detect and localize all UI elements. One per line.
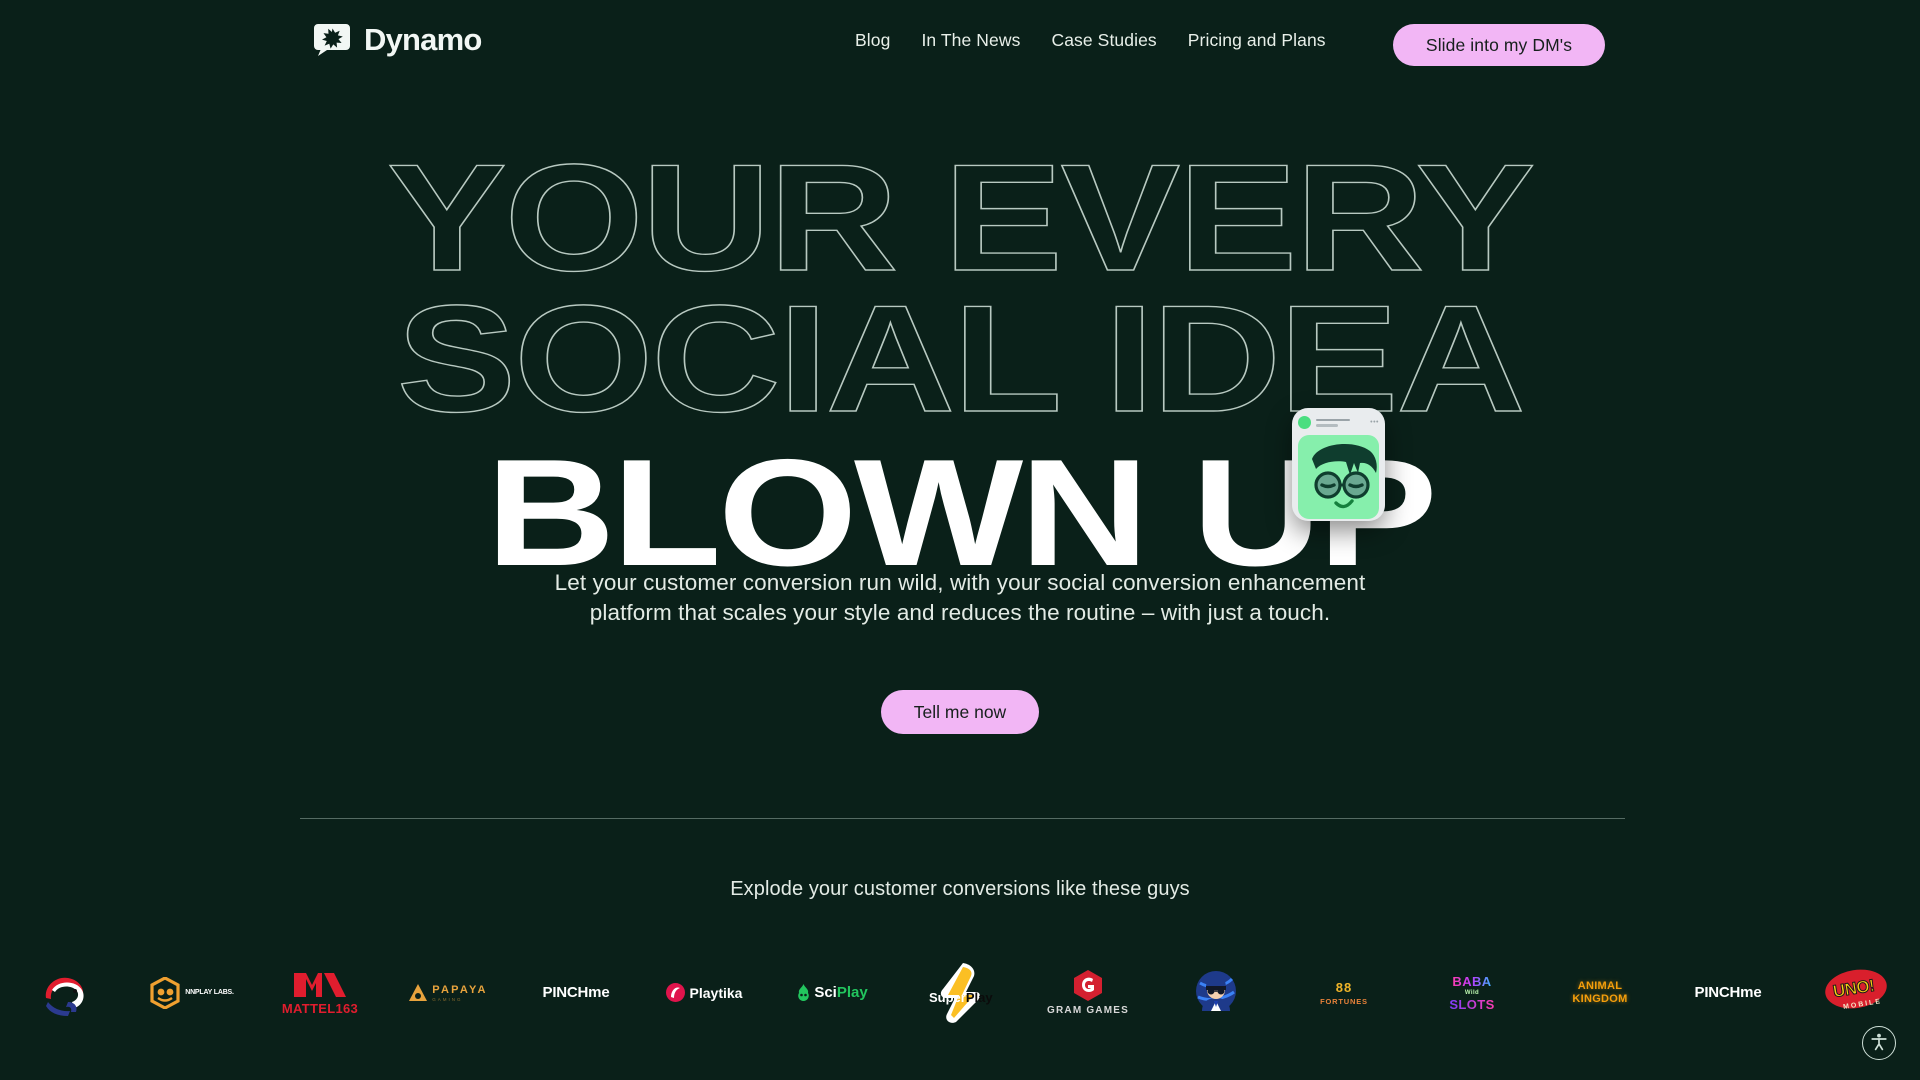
nav-item-pricing-and-plans[interactable]: Pricing and Plans: [1188, 30, 1326, 51]
social-post-card: •••: [1292, 408, 1385, 521]
papaya-label: PAPAYA: [432, 983, 488, 996]
client-logo-baba-wild-slots[interactable]: BABA Wild SLOTS: [1408, 940, 1536, 1045]
client-logo-mattel163[interactable]: MATTEL163: [256, 940, 384, 1045]
site-header: Dynamo Blog In The News Case Studies Pri…: [0, 0, 1920, 88]
88-fortunes-sub-label: FORTUNES: [1320, 996, 1368, 1006]
gram-games-label: GRAM GAMES: [1047, 1005, 1129, 1016]
client-logo-pinchme[interactable]: PINCHme: [512, 940, 640, 1045]
client-logo-playtika[interactable]: Playtika: [640, 940, 768, 1045]
88-fortunes-label: 88: [1335, 979, 1353, 995]
headline-line-1: YOUR EVERY: [386, 133, 1536, 303]
landing-page: Dynamo Blog In The News Case Studies Pri…: [0, 0, 1920, 1080]
client-logo-sciplay[interactable]: SciPlay: [768, 940, 896, 1045]
headline-line-3: BLOWN UP: [485, 427, 1438, 598]
subheading-line-2: platform that scales your style and redu…: [589, 599, 1331, 625]
headline-line-2: SOCIAL IDEA: [396, 274, 1527, 445]
mattel163-logo: MATTEL163: [282, 969, 358, 1016]
client-logo-pinchme-2[interactable]: PINCHme: [1664, 940, 1792, 1045]
social-card-placeholder-lines: [1316, 418, 1365, 427]
accessibility-button[interactable]: [1862, 1026, 1896, 1060]
nav-item-in-the-news[interactable]: In The News: [921, 30, 1020, 51]
client-logo-88-fortunes[interactable]: 88 FORTUNES: [1280, 940, 1408, 1045]
uno-mobile-logo: UNO! MOBILE: [1821, 965, 1891, 1021]
section-divider: [300, 818, 1625, 819]
nnplay-labs-logo: NNPLAY LABS.: [150, 976, 234, 1009]
client-logo-papaya-gaming[interactable]: PAPAYA GAMING: [384, 940, 512, 1045]
globe-captain-logo-icon: [1190, 967, 1242, 1019]
baba-wild-slots-logo: BABA Wild SLOTS: [1449, 974, 1494, 1012]
superplay-logo: SuperPlay: [929, 962, 993, 1024]
more-options-icon[interactable]: •••: [1370, 419, 1379, 426]
client-logo-gram-games[interactable]: GRAM GAMES: [1024, 940, 1152, 1045]
hero-headline: YOUR EVERY SOCIAL IDEA BLOWN UP: [0, 133, 1920, 598]
speech-bubble-starburst-icon: [313, 20, 353, 60]
social-card-header: •••: [1298, 415, 1379, 430]
client-logo-globe-captain-brand[interactable]: [1152, 940, 1280, 1045]
animal-label: ANIMAL: [1577, 980, 1623, 992]
nnplay-labs-label: NNPLAY LABS.: [185, 989, 234, 996]
mattel163-label: MATTEL163: [281, 1001, 359, 1016]
nav-item-case-studies[interactable]: Case Studies: [1051, 30, 1156, 51]
client-logo-nnplay-labs[interactable]: NNPLAY LABS.: [128, 940, 256, 1045]
online-status-dot-icon: [1298, 416, 1311, 429]
logo-text: Dynamo: [364, 22, 482, 57]
client-logo-uno-mobile[interactable]: UNO! MOBILE: [1792, 940, 1920, 1045]
logo[interactable]: Dynamo: [313, 20, 482, 60]
main-navigation: Blog In The News Case Studies Pricing an…: [855, 30, 1326, 51]
pinchme-2-label: PINCHme: [1694, 984, 1762, 1001]
slide-into-my-dms-button[interactable]: Slide into my DM's: [1393, 24, 1605, 66]
client-logo-superplay[interactable]: SuperPlay: [896, 940, 1024, 1045]
kingdom-label: KINGDOM: [1572, 993, 1628, 1005]
gram-games-logo: GRAM GAMES: [1047, 969, 1129, 1016]
playtika-logo: Playtika: [665, 983, 743, 1002]
baba-label: BABA: [1452, 973, 1492, 989]
sciplay-logo: SciPlay: [796, 983, 868, 1002]
superplay-label-part1: Super: [929, 989, 966, 1005]
avatar: [1298, 435, 1379, 519]
client-logo-strip: NNPLAY LABS. MATTEL163 PAPAYA GAMING PIN…: [0, 940, 1920, 1045]
superplay-label-part2: Play: [965, 989, 993, 1005]
client-logo-animal-kingdom[interactable]: ANIMAL KINGDOM: [1536, 940, 1664, 1045]
sciplay-label-part2: Play: [836, 983, 868, 1001]
tell-me-now-button[interactable]: Tell me now: [881, 690, 1039, 734]
nav-item-blog[interactable]: Blog: [855, 30, 890, 51]
pinchme-label: PINCHme: [542, 984, 610, 1001]
sciplay-label-part1: Sci: [814, 983, 837, 1001]
wild-label: Wild: [1464, 989, 1480, 996]
client-logo-elephant-brand[interactable]: [0, 940, 128, 1045]
88-fortunes-logo: 88 FORTUNES: [1320, 980, 1368, 1006]
animal-kingdom-logo: ANIMAL KINGDOM: [1572, 980, 1627, 1005]
papaya-gaming-logo: PAPAYA GAMING: [408, 983, 487, 1003]
papaya-sub-label: GAMING: [432, 996, 463, 1002]
clients-label: Explode your customer conversions like t…: [730, 878, 1190, 900]
slots-label: SLOTS: [1449, 996, 1495, 1012]
playtika-label: Playtika: [689, 984, 743, 1001]
accessibility-person-icon: [1869, 1032, 1889, 1055]
elephant-logo-icon: [38, 968, 90, 1018]
